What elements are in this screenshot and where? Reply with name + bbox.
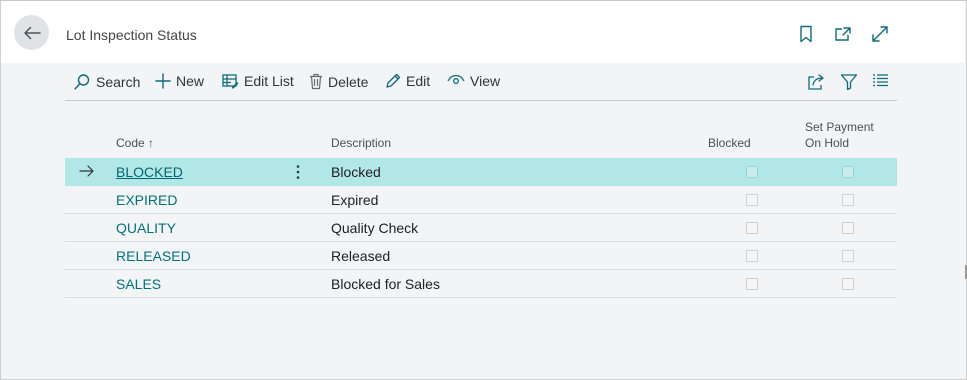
filter-button[interactable] (840, 73, 858, 91)
share-button[interactable] (807, 73, 825, 91)
code-cell[interactable]: SALES (116, 276, 161, 292)
table-row[interactable]: SALES Blocked for Sales (65, 270, 897, 298)
bookmark-button[interactable] (795, 23, 817, 45)
table-row[interactable]: BLOCKED Blocked (65, 158, 897, 186)
set-payment-on-hold-checkbox[interactable] (842, 250, 854, 262)
description-cell: Blocked for Sales (331, 276, 440, 292)
search-button[interactable]: Search (73, 73, 140, 91)
view-label: View (470, 73, 501, 89)
arrow-left-icon (23, 26, 41, 39)
code-cell[interactable]: RELEASED (116, 248, 191, 264)
edit-list-label: Edit List (244, 73, 294, 89)
new-label: New (176, 73, 205, 89)
column-header-blocked[interactable]: Blocked (708, 135, 751, 151)
blocked-checkbox[interactable] (746, 166, 758, 178)
blocked-checkbox[interactable] (746, 250, 758, 262)
blocked-checkbox[interactable] (746, 278, 758, 290)
column-header-description[interactable]: Description (331, 135, 391, 151)
delete-button[interactable]: Delete (309, 73, 368, 90)
open-new-window-icon (835, 27, 851, 41)
description-cell: Quality Check (331, 220, 419, 236)
trash-icon (310, 73, 322, 90)
edit-button[interactable]: Edit (385, 73, 430, 89)
plus-icon (155, 73, 171, 89)
set-payment-header-line2: On Hold (805, 136, 850, 150)
search-icon (74, 74, 90, 90)
column-header-set-payment-on-hold[interactable]: Set Payment On Hold (805, 119, 874, 151)
description-cell: Released (331, 248, 391, 264)
eye-icon (447, 74, 465, 84)
pencil-icon (386, 73, 401, 88)
more-options-icon[interactable] (295, 164, 301, 180)
set-payment-on-hold-checkbox[interactable] (842, 194, 854, 206)
blocked-checkbox[interactable] (746, 194, 758, 206)
back-button[interactable] (14, 15, 49, 50)
edit-label: Edit (406, 73, 431, 89)
blocked-checkbox[interactable] (746, 222, 758, 234)
expand-button[interactable] (869, 23, 891, 45)
filter-icon (840, 74, 858, 91)
code-cell[interactable]: BLOCKED (116, 164, 183, 180)
description-cell: Expired (331, 192, 379, 208)
edit-list-icon (222, 74, 239, 89)
delete-label: Delete (328, 73, 369, 90)
table-row[interactable]: RELEASED Released (65, 242, 897, 270)
description-cell: Blocked (331, 164, 381, 180)
code-cell[interactable]: EXPIRED (116, 192, 177, 208)
open-new-window-button[interactable] (832, 23, 854, 45)
expand-icon (872, 26, 888, 42)
action-bar: Search New Edit List Delete Edit View (65, 66, 897, 101)
set-payment-on-hold-checkbox[interactable] (842, 166, 854, 178)
search-label: Search (96, 74, 141, 90)
edit-list-button[interactable]: Edit List (222, 73, 294, 89)
page-title: Lot Inspection Status (66, 27, 197, 43)
code-header-label: Code (116, 136, 145, 150)
share-icon (808, 74, 824, 90)
set-payment-on-hold-checkbox[interactable] (842, 222, 854, 234)
sort-ascending-icon: ↑ (148, 136, 155, 150)
list-view-icon (873, 74, 888, 87)
column-header-code[interactable]: Code ↑ (116, 135, 154, 151)
code-cell[interactable]: QUALITY (116, 220, 176, 236)
current-row-arrow-icon (79, 165, 94, 177)
table-row[interactable]: QUALITY Quality Check (65, 214, 897, 242)
bookmark-icon (800, 25, 812, 43)
set-payment-header-line1: Set Payment (805, 120, 874, 134)
new-button[interactable]: New (155, 73, 204, 89)
page-header: Lot Inspection Status (1, 1, 965, 63)
set-payment-on-hold-checkbox[interactable] (842, 278, 854, 290)
header-actions (795, 23, 891, 45)
view-button[interactable]: View (447, 73, 500, 89)
list-view-button[interactable] (872, 73, 889, 87)
table-row[interactable]: EXPIRED Expired (65, 186, 897, 214)
